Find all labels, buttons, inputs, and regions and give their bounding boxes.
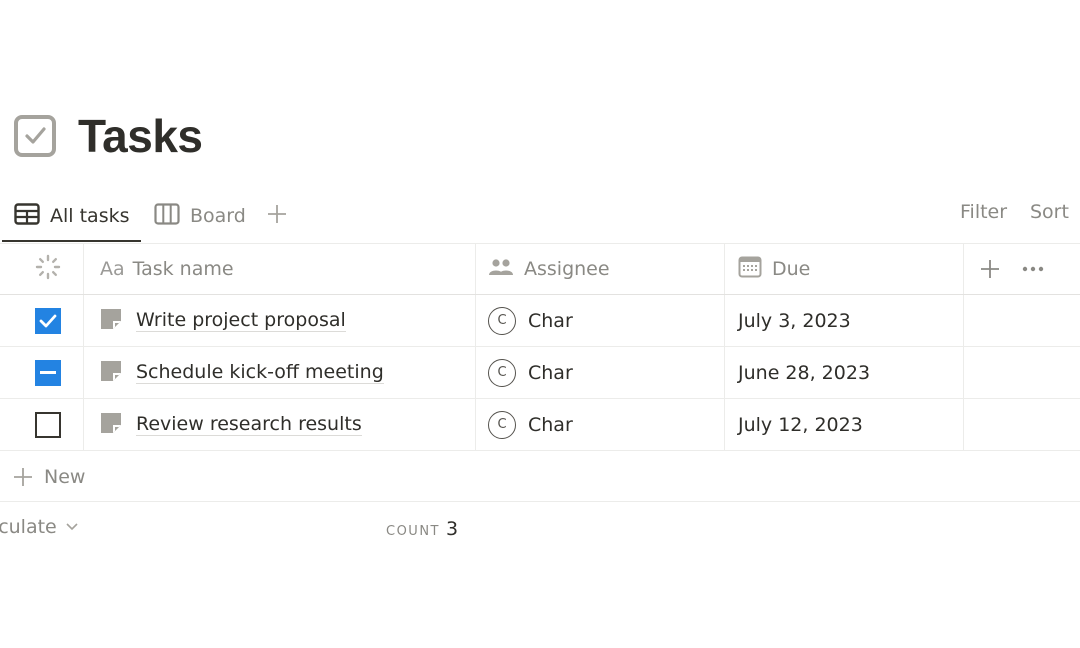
column-label: Due: [772, 258, 811, 280]
page-icon: [100, 412, 122, 438]
task-name[interactable]: Write project proposal: [136, 309, 346, 332]
ellipsis-icon: [1022, 266, 1044, 272]
assignee-cell[interactable]: C Char: [476, 399, 725, 450]
assignee-name: Char: [528, 413, 573, 436]
task-name[interactable]: Review research results: [136, 413, 362, 436]
status-cell: [0, 295, 84, 346]
column-label: Task name: [132, 258, 234, 280]
avatar: C: [488, 358, 516, 387]
avatar: C: [488, 410, 516, 439]
assignee-cell[interactable]: C Char: [476, 347, 725, 398]
empty-cell: [964, 347, 1080, 398]
count-summary[interactable]: COUNT 3: [386, 518, 458, 540]
add-column-button[interactable]: [980, 259, 1000, 279]
task-name-cell[interactable]: Schedule kick-off meeting: [84, 347, 476, 398]
due-date: July 3, 2023: [738, 309, 851, 332]
view-tabs-bar: All tasks Board Filter Sort: [0, 190, 1080, 244]
calendar-icon: [738, 256, 762, 282]
calculate-dropdown[interactable]: Calculate: [0, 516, 79, 538]
table-icon: [14, 202, 50, 230]
filter-button[interactable]: Filter: [960, 190, 1007, 234]
sort-button[interactable]: Sort: [1030, 190, 1069, 234]
tab-label: All tasks: [50, 205, 130, 227]
tab-all-tasks[interactable]: All tasks: [14, 190, 130, 242]
empty-cell: [964, 399, 1080, 450]
calculate-label: Calculate: [0, 516, 57, 538]
minus-icon: [39, 370, 56, 374]
status-checkbox-partial[interactable]: [34, 359, 61, 386]
column-label: Assignee: [524, 258, 610, 280]
assignee-name: Char: [528, 309, 573, 332]
task-name-cell[interactable]: Review research results: [84, 399, 476, 450]
count-label: COUNT: [386, 524, 440, 539]
page-header: Tasks: [14, 106, 203, 166]
column-header-assignee[interactable]: Assignee: [476, 244, 725, 294]
plus-icon: [14, 467, 32, 486]
page-icon: [100, 308, 122, 334]
column-header-task-name[interactable]: Aa Task name: [84, 244, 476, 294]
tab-board[interactable]: Board: [154, 190, 246, 242]
table-header-row: Aa Task name Assignee Due: [0, 244, 1080, 295]
status-loader-icon: [34, 253, 62, 285]
chevron-down-icon: [66, 523, 78, 531]
check-icon: [39, 314, 56, 327]
board-icon: [154, 202, 190, 230]
status-checkbox-unchecked[interactable]: [34, 411, 61, 438]
column-header-due[interactable]: Due: [725, 244, 964, 294]
new-row-bar: New: [0, 452, 1080, 502]
assignee-cell[interactable]: C Char: [476, 295, 725, 346]
checkbox-icon[interactable]: [14, 115, 56, 157]
table-row[interactable]: Review research results C Char July 12, …: [0, 399, 1080, 451]
due-cell[interactable]: July 3, 2023: [725, 295, 964, 346]
count-value: 3: [446, 518, 459, 540]
due-cell[interactable]: June 28, 2023: [725, 347, 964, 398]
plus-icon: [981, 260, 999, 278]
assignee-name: Char: [528, 361, 573, 384]
new-row-label: New: [44, 465, 86, 488]
column-header-status[interactable]: [0, 244, 84, 294]
status-cell: [0, 399, 84, 450]
due-date: June 28, 2023: [738, 361, 871, 384]
add-view-button[interactable]: [266, 190, 298, 242]
title-icon: Aa: [100, 258, 125, 280]
tasks-table: Aa Task name Assignee Due Write project …: [0, 244, 1080, 451]
avatar: C: [488, 306, 516, 335]
task-name-cell[interactable]: Write project proposal: [84, 295, 476, 346]
active-tab-indicator: [2, 240, 141, 242]
new-row-button[interactable]: New: [12, 466, 85, 488]
table-row[interactable]: Schedule kick-off meeting C Char June 28…: [0, 347, 1080, 399]
page-icon: [100, 360, 122, 386]
tab-label: Board: [190, 205, 246, 227]
more-options-button[interactable]: [1022, 266, 1044, 272]
table-row[interactable]: Write project proposal C Char July 3, 20…: [0, 295, 1080, 347]
status-cell: [0, 347, 84, 398]
status-checkbox-checked[interactable]: [34, 307, 61, 334]
due-cell[interactable]: July 12, 2023: [725, 399, 964, 450]
empty-cell: [964, 295, 1080, 346]
calculation-footer: Calculate COUNT 3: [0, 502, 1080, 552]
task-name[interactable]: Schedule kick-off meeting: [136, 361, 384, 384]
due-date: July 12, 2023: [738, 413, 863, 436]
column-header-actions: [964, 244, 1080, 294]
page-title: Tasks: [78, 110, 203, 162]
plus-icon: [266, 203, 298, 230]
people-icon: [488, 257, 514, 281]
